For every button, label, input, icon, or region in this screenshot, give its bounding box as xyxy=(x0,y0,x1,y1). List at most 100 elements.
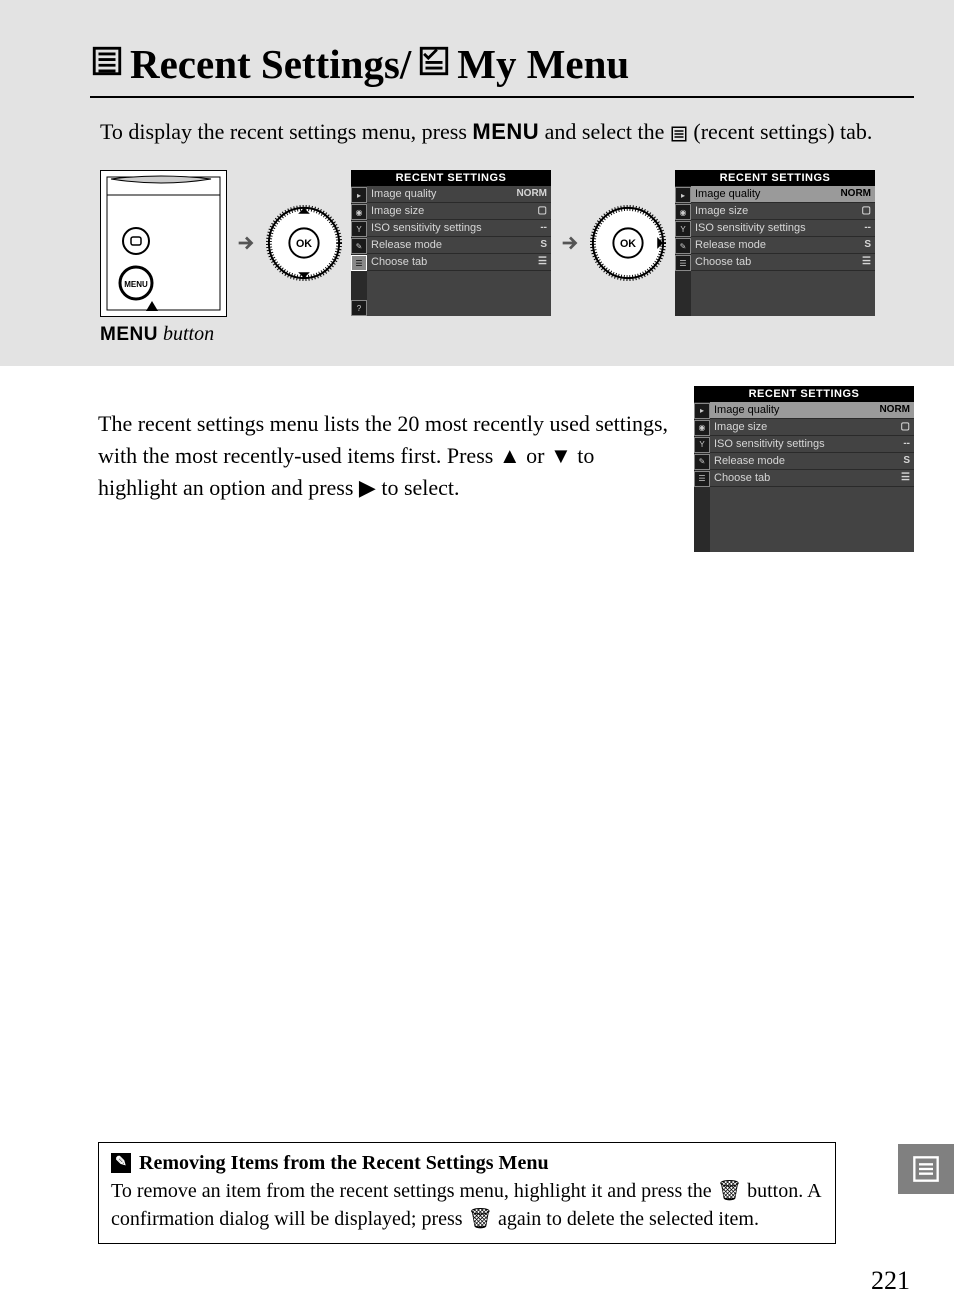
body-paragraph: The recent settings menu lists the 20 mo… xyxy=(98,408,672,504)
row-label: ISO sensitivity settings xyxy=(371,222,482,234)
title-text-2: My Menu xyxy=(457,40,629,88)
recent-settings-icon xyxy=(90,40,124,88)
camera-diagram: MENU xyxy=(100,170,227,317)
screen-rows: Image quality NORM Image size ▢ ISO sensit… xyxy=(710,402,914,552)
screen-tab-column: ▸ ◉ Y ✎ ☰ xyxy=(675,186,691,316)
row-value: S xyxy=(540,239,547,251)
side-thumb-tab xyxy=(898,1144,954,1194)
row-value: NORM xyxy=(516,188,547,200)
note-title: ✎ Removing Items from the Recent Setting… xyxy=(111,1149,823,1177)
page-title: Recent Settings/ My Menu xyxy=(90,40,914,98)
body-text: to select. xyxy=(376,475,460,500)
menu-keyword: MENU xyxy=(100,324,158,345)
svg-text:OK: OK xyxy=(620,238,636,250)
row-label: Release mode xyxy=(695,239,766,251)
row-label: Choose tab xyxy=(714,472,770,484)
screen-tab-column: ▸ ◉ Y ✎ ☰ ? xyxy=(351,186,367,316)
pencil-icon: ✎ xyxy=(111,1153,131,1173)
svg-text:OK: OK xyxy=(296,238,312,250)
row-label: Release mode xyxy=(371,239,442,251)
tab-icon: ▸ xyxy=(694,403,710,419)
row-label: Image quality xyxy=(695,188,760,200)
note-title-text: Removing Items from the Recent Settings … xyxy=(139,1149,549,1177)
intro-text-2: and select the xyxy=(539,119,670,144)
row-value: ▢ xyxy=(862,205,871,217)
menu-screen-2: RECENT SETTINGS ▸ ◉ Y ✎ ☰ Image quality N… xyxy=(675,170,875,316)
tab-icon: ▸ xyxy=(675,187,691,203)
intro-text: To display the recent settings menu, pre… xyxy=(100,119,472,144)
tab-icon-selected: ☰ xyxy=(351,255,367,271)
tab-icon: Y xyxy=(694,437,710,453)
tab-icon: ✎ xyxy=(675,238,691,254)
row-label: Image quality xyxy=(714,404,779,416)
ok-dial: OK xyxy=(589,204,667,282)
row-value: ▢ xyxy=(538,205,547,217)
screen-header: RECENT SETTINGS xyxy=(694,386,914,402)
note-body: To remove an item from the recent settin… xyxy=(111,1177,823,1233)
arrow-right-icon xyxy=(235,232,257,254)
camera-caption: MENU button xyxy=(100,323,914,346)
intro-paragraph: To display the recent settings menu, pre… xyxy=(100,116,914,152)
header-banner: Recent Settings/ My Menu To display the … xyxy=(0,0,954,366)
tab-icon: ◉ xyxy=(675,204,691,220)
my-menu-icon xyxy=(417,40,451,88)
row-label: Choose tab xyxy=(371,256,427,268)
screen-tab-column: ▸ ◉ Y ✎ ☰ xyxy=(694,402,710,552)
tab-icon: ▸ xyxy=(351,187,367,203)
row-value: S xyxy=(864,239,871,251)
menu-screen-3: RECENT SETTINGS ▸ ◉ Y ✎ ☰ Image quality N… xyxy=(694,386,914,552)
row-value: -- xyxy=(540,222,547,234)
row-label: Image size xyxy=(714,421,767,433)
row-value: -- xyxy=(903,438,910,450)
body-text: or xyxy=(521,443,550,468)
recent-settings-tab-icon xyxy=(670,120,688,152)
tab-icon: ✎ xyxy=(351,238,367,254)
tab-icon: Y xyxy=(675,221,691,237)
row-value: ☰ xyxy=(538,256,547,268)
tab-icon: ✎ xyxy=(694,454,710,470)
row-label: Choose tab xyxy=(695,256,751,268)
screen-header: RECENT SETTINGS xyxy=(351,170,551,186)
row-value: S xyxy=(903,455,910,467)
row-label: Image size xyxy=(695,205,748,217)
row-label: ISO sensitivity settings xyxy=(695,222,806,234)
tab-icon: ◉ xyxy=(694,420,710,436)
row-value: NORM xyxy=(879,404,910,416)
row-value: ☰ xyxy=(862,256,871,268)
row-value: ☰ xyxy=(901,472,910,484)
row-value: NORM xyxy=(840,188,871,200)
down-triangle-icon: ▼ xyxy=(550,440,572,472)
row-label: Release mode xyxy=(714,455,785,467)
arrow-right-icon xyxy=(559,232,581,254)
row-value: -- xyxy=(864,222,871,234)
tab-icon: ☰ xyxy=(694,471,710,487)
row-label: Image quality xyxy=(371,188,436,200)
up-triangle-icon: ▲ xyxy=(499,440,521,472)
note-text: again to delete the selected item. xyxy=(493,1208,759,1230)
trash-icon: 🗑 xyxy=(468,1208,493,1230)
tab-icon: ◉ xyxy=(351,204,367,220)
body-section: The recent settings menu lists the 20 mo… xyxy=(0,366,954,552)
menu-keyword: MENU xyxy=(472,119,539,144)
tab-icon: Y xyxy=(351,221,367,237)
row-value: ▢ xyxy=(901,421,910,433)
ok-dial: OK xyxy=(265,204,343,282)
intro-text-3: (recent settings) tab. xyxy=(688,119,873,144)
screen-rows: Image quality NORM Image size ▢ ISO sensit… xyxy=(691,186,875,316)
trash-icon: 🗑 xyxy=(717,1180,742,1202)
screen-rows: Image quality NORM Image size ▢ ISO sensit… xyxy=(367,186,551,316)
help-icon: ? xyxy=(351,300,367,316)
note-box: ✎ Removing Items from the Recent Setting… xyxy=(98,1142,836,1244)
row-label: ISO sensitivity settings xyxy=(714,438,825,450)
svg-text:MENU: MENU xyxy=(124,280,148,289)
row-label: Image size xyxy=(371,205,424,217)
caption-label: button xyxy=(158,323,214,345)
note-text: To remove an item from the recent settin… xyxy=(111,1180,717,1202)
title-text-1: Recent Settings/ xyxy=(130,40,411,88)
tab-icon: ☰ xyxy=(675,255,691,271)
figure-row: MENU OK RECENT SETTINGS ▸ xyxy=(100,170,914,317)
screen-header: RECENT SETTINGS xyxy=(675,170,875,186)
right-triangle-icon: ▶ xyxy=(359,472,376,504)
page-number: 221 xyxy=(871,1266,910,1296)
menu-screen-1: RECENT SETTINGS ▸ ◉ Y ✎ ☰ ? Image qualit… xyxy=(351,170,551,316)
